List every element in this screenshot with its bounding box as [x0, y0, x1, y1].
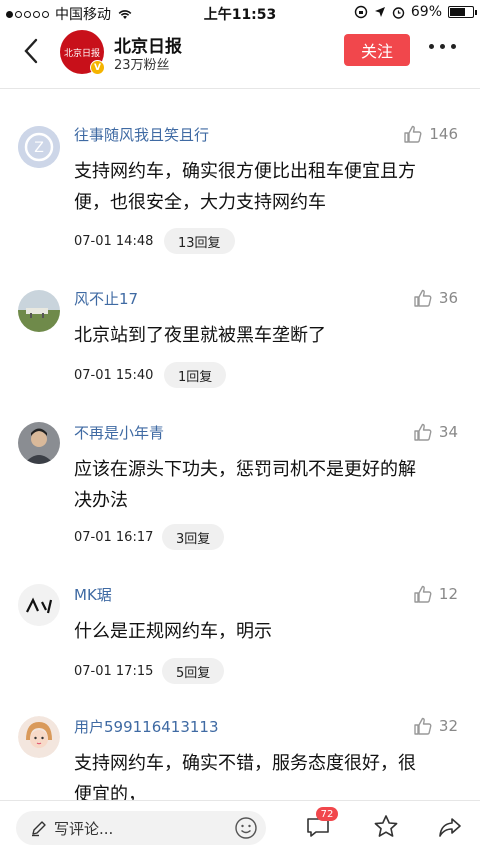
like-count: 12 [438, 585, 458, 603]
person-photo-avatar-icon [18, 422, 60, 464]
status-bar: 中国移动 上午11:53 69% [0, 0, 480, 24]
comment-username[interactable]: MK琚 [74, 584, 112, 605]
back-button[interactable] [18, 34, 46, 68]
like-button[interactable]: 36 [413, 288, 458, 308]
comment-text-line: 决办法 [74, 490, 128, 511]
thumbs-up-icon [414, 717, 432, 735]
star-icon[interactable] [372, 813, 400, 841]
comment-text: 什么是正规网约车，明示 [74, 616, 460, 647]
user-avatar[interactable] [18, 584, 60, 626]
like-count: 36 [438, 289, 458, 307]
svg-text:Z: Z [34, 140, 44, 156]
like-button[interactable]: 32 [413, 716, 458, 736]
like-button[interactable]: 12 [413, 584, 458, 604]
account-logo-text: 北京日报 [63, 48, 100, 59]
comment-time: 07-01 17:15 [74, 664, 154, 679]
thumbs-up-icon [414, 585, 432, 603]
like-button[interactable]: 34 [413, 422, 458, 442]
like-count: 32 [438, 717, 458, 735]
follow-button[interactable]: 关注 [344, 34, 410, 66]
user-avatar[interactable] [18, 290, 60, 332]
pen-icon [32, 821, 46, 837]
share-icon[interactable] [436, 813, 464, 841]
comment-username[interactable]: 风不止17 [74, 288, 138, 309]
comment-username[interactable]: 不再是小年青 [74, 422, 164, 443]
more-options-icon[interactable] [429, 44, 456, 49]
landscape-photo-avatar-icon [18, 290, 60, 332]
replies-button[interactable]: 5回复 [162, 658, 225, 684]
battery-level-fill [450, 8, 466, 16]
replies-button[interactable]: 13回复 [164, 228, 235, 254]
comment-text-line: 什么是正规网约车，明示 [74, 621, 272, 642]
comment-text-line: 北京站到了夜里就被黑车垄断了 [74, 325, 326, 346]
comment-time: 07-01 14:48 [74, 234, 154, 249]
comment-text: 支持网约车，确实很方便比出租车便宜且方 便，也很安全，大力支持网约车 [74, 156, 460, 218]
user-avatar[interactable] [18, 422, 60, 464]
comment-count-badge: 72 [316, 807, 338, 821]
battery-icon [448, 6, 477, 18]
header-divider [0, 88, 480, 89]
replies-button[interactable]: 3回复 [162, 524, 225, 550]
comment-text-line: 便，也很安全，大力支持网约车 [74, 192, 326, 213]
verified-badge-icon: V [90, 60, 105, 75]
like-count: 34 [438, 423, 458, 441]
location-arrow-icon [374, 7, 385, 17]
comment-username[interactable]: 用户599116413113 [74, 716, 219, 737]
replies-button[interactable]: 1回复 [164, 362, 227, 388]
battery-percent: 69% [410, 4, 442, 20]
article-header: 北京日报 V 北京日报 23万粉丝 关注 [0, 24, 480, 80]
bottom-action-bar: 写评论... 72 [0, 800, 480, 854]
like-button[interactable]: 146 [403, 124, 458, 144]
emoji-icon[interactable] [234, 816, 258, 840]
follower-count: 23万粉丝 [114, 58, 170, 73]
thumbs-up-icon [404, 125, 422, 143]
rotation-lock-icon [354, 5, 368, 19]
comment-text-line: 应该在源头下功夫，惩罚司机不是更好的解 [74, 459, 416, 480]
user-avatar[interactable]: Z [18, 126, 60, 168]
comment-text-line: 支持网约车，确实不错，服务态度很好，很 [74, 753, 416, 774]
alarm-clock-icon [392, 6, 405, 19]
thumbs-up-icon [414, 423, 432, 441]
comment-text: 北京站到了夜里就被黑车垄断了 [74, 320, 460, 351]
cartoon-girl-avatar-icon [18, 716, 60, 758]
like-count: 146 [429, 125, 458, 143]
comment-text: 应该在源头下功夫，惩罚司机不是更好的解 决办法 [74, 454, 460, 516]
user-avatar[interactable] [18, 716, 60, 758]
comment-text-line: 支持网约车，确实很方便比出租车便宜且方 [74, 161, 416, 182]
write-comment-input[interactable]: 写评论... [16, 811, 266, 845]
write-comment-placeholder: 写评论... [54, 820, 114, 838]
comment-username[interactable]: 往事随风我且笑且行 [74, 124, 209, 145]
default-avatar-icon: Z [18, 126, 60, 168]
thumbs-up-icon [414, 289, 432, 307]
sketch-face-avatar-icon [18, 584, 60, 626]
comment-time: 07-01 16:17 [74, 530, 154, 545]
chevron-left-icon [24, 38, 38, 64]
comment-time: 07-01 15:40 [74, 368, 154, 383]
